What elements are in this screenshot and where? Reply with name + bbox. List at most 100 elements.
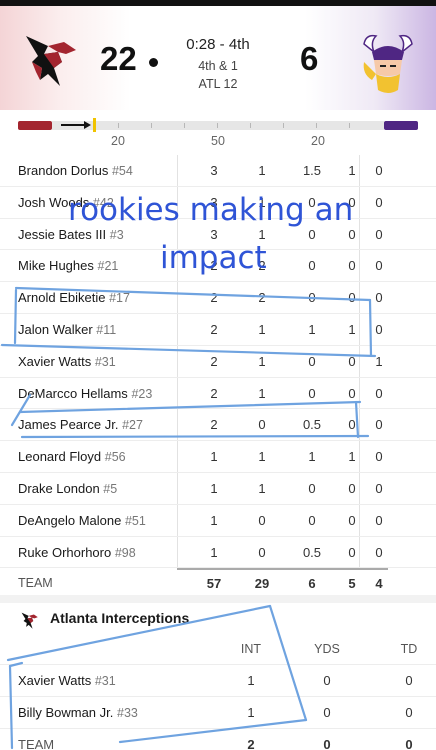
stat-cell: 2 [210,290,218,306]
player-name[interactable]: Josh Woods #42 [18,187,114,219]
table-row: DeAngelo Malone #51 1 0 0 0 0 [0,504,436,537]
interception-row: Xavier Watts #31 1 0 0 [0,665,436,697]
player-name-text: Arnold Ebiketie [18,290,106,306]
stat-cell: 1 [258,163,266,178]
team-total-cell: 0 [323,737,331,750]
field-track [52,121,384,130]
table-row: Brandon Dorlus #54 3 1 1.5 1 0 [0,155,436,187]
player-name[interactable]: Leonard Floyd #56 [18,441,126,473]
jersey-number: #27 [122,418,143,433]
stat-cell: 0 [323,705,331,720]
jersey-number: #31 [94,674,116,688]
column-divider [177,377,178,409]
stat-cell: 0 [375,449,383,465]
stat-cell: 1.5 [302,163,322,178]
away-endzone [384,121,418,130]
player-name[interactable]: Billy Bowman Jr. #33 [18,697,138,729]
column-divider [177,472,178,504]
stat-cell: 0 [405,673,413,688]
player-name[interactable]: DeMarcco Hellams #23 [18,378,152,410]
ball-spot: ATL 12 [198,77,238,91]
player-name[interactable]: Jessie Bates III #3 [18,219,124,251]
player-name-text: Leonard Floyd [18,449,102,465]
yard-tick [184,123,185,128]
column-divider [177,536,178,568]
line-of-scrimmage-marker [93,118,96,132]
player-name-text: Jalon Walker [18,321,93,337]
player-name-text: Josh Woods [18,194,90,210]
yard-tick [283,123,284,128]
stat-cell: 0 [258,544,266,560]
table-row: Arnold Ebiketie #17 2 2 0 0 0 [0,282,436,314]
column-divider [177,441,178,472]
stat-cell: 0 [405,705,413,720]
jersey-number: #33 [117,706,138,720]
jersey-number: #51 [124,513,146,528]
stat-cell: 0 [308,258,316,274]
home-endzone [18,121,52,130]
player-name[interactable]: Xavier Watts #31 [18,346,116,378]
column-divider [177,218,178,250]
column-divider [177,504,178,536]
player-name-text: James Pearce Jr. [18,417,119,433]
stat-cell: 1 [258,321,266,337]
stat-cell: 0 [308,512,316,528]
yard-tick [349,123,350,128]
player-name[interactable]: James Pearce Jr. #27 [18,409,143,441]
away-score: 6 [300,40,319,77]
stat-cell: 0 [375,194,383,210]
drive-arrow-icon [61,124,85,126]
table-row: Drake London #5 1 1 0 0 0 [0,472,436,505]
player-name[interactable]: Jalon Walker #11 [18,314,116,346]
stat-cell: 0 [375,163,383,178]
stat-cell: 1 [258,449,266,465]
yard-label: 20 [111,134,125,148]
player-name-text: Jessie Bates III [18,226,107,242]
player-name[interactable]: Brandon Dorlus #54 [18,155,133,187]
table-row: Mike Hughes #21 2 2 0 0 0 [0,250,436,283]
column-divider [177,282,178,313]
column-divider [177,313,178,345]
interceptions-header: Atlanta Interceptions [0,603,436,633]
jersey-number: #42 [92,195,114,210]
stat-cell: 0 [308,290,316,306]
player-name[interactable]: Mike Hughes #21 [18,250,118,282]
interceptions-header-row: INT YDS TD [0,633,436,665]
jersey-number: #11 [96,322,117,337]
player-name[interactable]: DeAngelo Malone #51 [18,505,146,537]
jersey-number: #23 [131,386,153,401]
jersey-number: #5 [103,481,118,496]
defense-stats-table: Brandon Dorlus #54 3 1 1.5 1 0 Josh Woods #42 3… [0,155,436,601]
yard-tick [250,123,251,128]
stat-cell: 0 [308,226,316,242]
column-header-yds: YDS [314,642,340,656]
table-row: DeMarcco Hellams #23 2 1 0 0 0 [0,377,436,410]
yard-tick [118,123,119,128]
stat-cell: 1 [258,194,266,210]
jersey-number: #98 [114,545,136,560]
interceptions-table: INT YDS TD Xavier Watts #31 1 0 0 Billy Bowm… [0,633,436,750]
stat-cell: 0 [308,194,316,210]
column-divider [177,155,178,186]
stat-cell: 0 [323,673,331,688]
stat-cell: 0 [308,480,316,496]
jersey-number: #54 [111,164,133,178]
team-total-cell: 0 [405,737,413,750]
stat-cell: 2 [210,321,218,337]
stat-cell: 1 [210,480,218,496]
stat-cell: 1 [247,705,255,720]
stat-cell: 1 [308,449,316,465]
player-name[interactable]: Ruke Orhorhoro #98 [18,537,136,569]
player-name[interactable]: Drake London #5 [18,473,117,505]
possession-indicator [149,58,158,67]
scoreboard-header: 22 0:28 - 4th 4th & 1 ATL 12 6 [0,6,436,110]
stat-cell: 3 [210,194,218,210]
column-divider [177,186,178,218]
stat-cell: 3 [210,163,218,178]
falcons-logo [26,36,76,86]
column-divider [177,250,178,282]
vikings-logo [363,34,413,93]
player-name[interactable]: Arnold Ebiketie #17 [18,282,130,314]
jersey-number: #21 [97,259,119,274]
player-name[interactable]: Xavier Watts #31 [18,665,116,697]
